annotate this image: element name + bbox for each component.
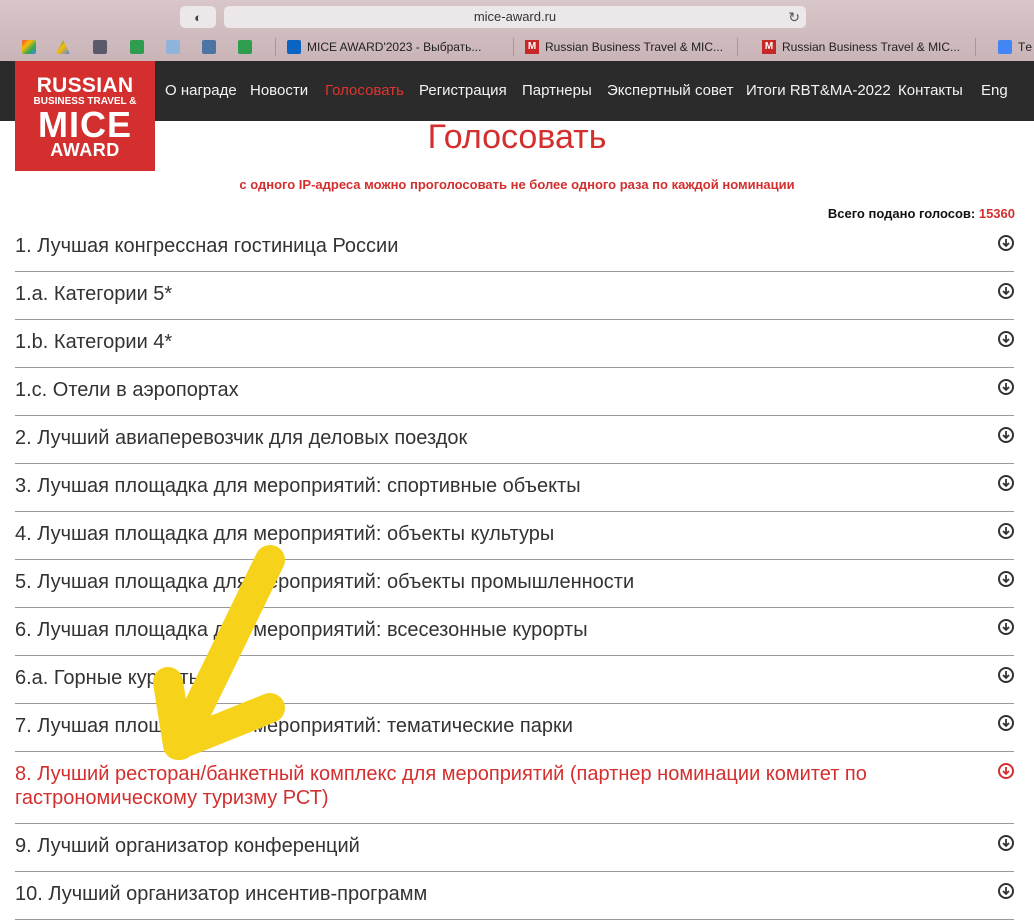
tab-separator — [737, 38, 738, 56]
expand-down-icon[interactable] — [998, 283, 1014, 299]
nominations-list: 1. Лучшая конгрессная гостиница России 1.… — [15, 224, 1014, 920]
nomination-title[interactable]: 9. Лучший организатор конференций — [15, 824, 1014, 871]
nomination-title[interactable]: 5. Лучшая площадка для мероприятий: объе… — [15, 560, 1014, 607]
nomination-row[interactable]: 6.a. Горные курорты — [15, 656, 1014, 704]
nav-english[interactable]: Eng — [981, 82, 1008, 99]
expand-down-icon[interactable] — [998, 835, 1014, 851]
expand-down-icon[interactable] — [998, 331, 1014, 347]
gmail-bookmark-icon[interactable] — [22, 38, 36, 56]
expand-down-icon[interactable] — [998, 379, 1014, 395]
nomination-row[interactable]: 4. Лучшая площадка для мероприятий: объе… — [15, 512, 1014, 560]
total-votes: Всего подано голосов: 15360 — [828, 206, 1015, 221]
nav-results-2022[interactable]: Итоги RBT&MA-2022 — [746, 82, 891, 99]
expand-down-icon[interactable] — [998, 667, 1014, 683]
nomination-title[interactable]: 6.a. Горные курорты — [15, 656, 1014, 703]
nomination-title[interactable]: 4. Лучшая площадка для мероприятий: объе… — [15, 512, 1014, 559]
nomination-title[interactable]: 7. Лучшая площадка для мероприятий: тема… — [15, 704, 1014, 751]
page-title: Голосовать — [427, 118, 607, 156]
voting-notice: с одного IP-адреса можно проголосовать н… — [239, 177, 795, 192]
tab-label: MICE AWARD'2023 - Выбрать... — [307, 40, 482, 54]
nomination-title[interactable]: 8. Лучший ресторан/банкетный комплекс дл… — [15, 752, 1014, 823]
mice-tab-icon: M — [525, 40, 539, 54]
nomination-title[interactable]: 1.a. Категории 5* — [15, 272, 1014, 319]
total-votes-label: Всего подано голосов: — [827, 206, 976, 221]
expand-down-icon[interactable] — [998, 883, 1014, 899]
tab-outlook[interactable]: MICE AWARD'2023 - Выбрать... — [287, 35, 507, 59]
expand-down-icon[interactable] — [998, 619, 1014, 635]
tab-separator — [275, 38, 276, 56]
nomination-title[interactable]: 10. Лучший организатор инсентив-программ — [15, 872, 1014, 919]
nav-expert-council[interactable]: Экспертный совет — [607, 82, 734, 99]
nomination-row[interactable]: 7. Лучшая площадка для мероприятий: тема… — [15, 704, 1014, 752]
nomination-row[interactable]: 1.b. Категории 4* — [15, 320, 1014, 368]
expand-down-icon[interactable] — [998, 571, 1014, 587]
sheets-bookmark-icon-2[interactable] — [238, 38, 252, 56]
sheets-bookmark-icon[interactable] — [130, 38, 144, 56]
app-bookmark-icon[interactable] — [93, 38, 107, 56]
nomination-row[interactable]: 6. Лучшая площадка для мероприятий: всес… — [15, 608, 1014, 656]
nomination-row[interactable]: 2. Лучший авиаперевозчик для деловых пое… — [15, 416, 1014, 464]
nav-news[interactable]: Новости — [250, 82, 308, 99]
tab-separator — [513, 38, 514, 56]
url-text: mice-award.ru — [473, 9, 557, 24]
expand-down-icon[interactable] — [998, 763, 1014, 779]
mice-tab-icon: M — [762, 40, 776, 54]
expand-down-icon[interactable] — [998, 523, 1014, 539]
reload-icon[interactable]: ↻ — [788, 6, 800, 28]
tab-label: Tе — [1018, 40, 1033, 54]
nomination-row[interactable]: 10. Лучший организатор инсентив-программ — [15, 872, 1014, 920]
nav-about[interactable]: О награде — [165, 82, 237, 99]
expand-down-icon[interactable] — [998, 715, 1014, 731]
nomination-row[interactable]: 1.a. Категории 5* — [15, 272, 1014, 320]
nomination-title[interactable]: 2. Лучший авиаперевозчик для деловых пое… — [15, 416, 1014, 463]
nomination-row[interactable]: 9. Лучший организатор конференций — [15, 824, 1014, 872]
logo-line-1: RUSSIAN — [36, 74, 134, 97]
tab-docs[interactable]: Tе — [998, 35, 1034, 59]
main-navigation: О награде Новости Голосовать Регистрация… — [0, 61, 1034, 121]
outlook-icon — [287, 40, 301, 54]
address-bar[interactable]: mice-award.ru ↻ — [224, 6, 806, 28]
nomination-title[interactable]: 1.c. Отели в аэропортах — [15, 368, 1014, 415]
nav-registration[interactable]: Регистрация — [419, 82, 507, 99]
tab-rbt-2[interactable]: M Russian Business Travel & MIC... — [762, 35, 962, 59]
google-drive-bookmark-icon[interactable] — [56, 38, 70, 56]
privacy-shield-icon[interactable]: ◐ — [180, 6, 216, 28]
nomination-title[interactable]: 6. Лучшая площадка для мероприятий: всес… — [15, 608, 1014, 655]
p-bookmark-icon[interactable] — [166, 38, 180, 56]
tab-separator — [975, 38, 976, 56]
nomination-row[interactable]: 8. Лучший ресторан/банкетный комплекс дл… — [15, 752, 1014, 824]
nomination-row[interactable]: 1.c. Отели в аэропортах — [15, 368, 1014, 416]
nomination-row[interactable]: 1. Лучшая конгрессная гостиница России — [15, 224, 1014, 272]
vk-bookmark-icon[interactable] — [202, 38, 216, 56]
expand-down-icon[interactable] — [998, 427, 1014, 443]
nav-partners[interactable]: Партнеры — [522, 82, 592, 99]
expand-down-icon[interactable] — [998, 235, 1014, 251]
nomination-title[interactable]: 1. Лучшая конгрессная гостиница России — [15, 224, 1014, 271]
nomination-title[interactable]: 1.b. Категории 4* — [15, 320, 1014, 367]
tab-rbt-1[interactable]: M Russian Business Travel & MIC... — [525, 35, 725, 59]
nomination-row[interactable]: 5. Лучшая площадка для мероприятий: объе… — [15, 560, 1014, 608]
docs-icon — [998, 40, 1012, 54]
nomination-title[interactable]: 3. Лучшая площадка для мероприятий: спор… — [15, 464, 1014, 511]
total-votes-value: 15360 — [978, 206, 1015, 221]
tab-label: Russian Business Travel & MIC... — [782, 40, 961, 54]
tab-label: Russian Business Travel & MIC... — [545, 40, 724, 54]
nav-contacts[interactable]: Контакты — [898, 82, 963, 99]
expand-down-icon[interactable] — [998, 475, 1014, 491]
browser-chrome: ◐ mice-award.ru ↻ MICE AWARD'2023 - Выбр… — [0, 0, 1034, 61]
nomination-row[interactable]: 3. Лучшая площадка для мероприятий: спор… — [15, 464, 1014, 512]
nav-vote[interactable]: Голосовать — [325, 82, 404, 99]
